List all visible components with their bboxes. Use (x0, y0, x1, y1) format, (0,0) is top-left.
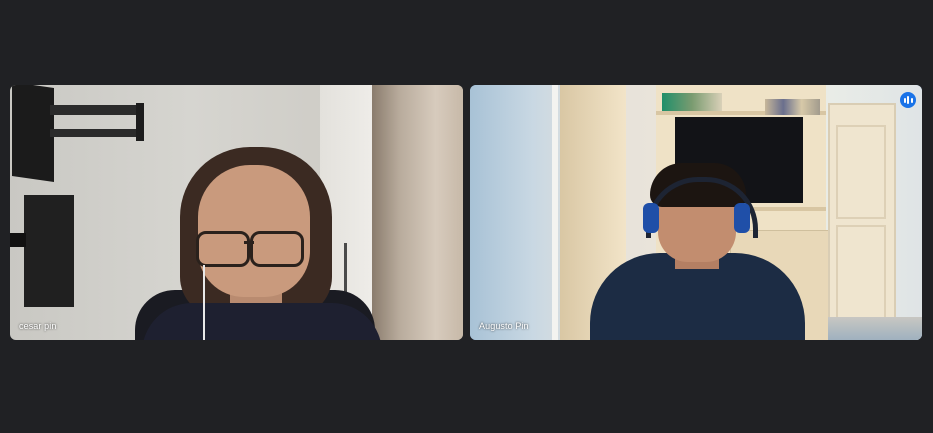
participant-name-label: Augusto Pin (479, 321, 529, 331)
participant-tile-cesar-pin[interactable]: cesar pin (10, 85, 463, 340)
video-call-stage: cesar pin Augusto Pin (0, 0, 933, 433)
video-feed (10, 85, 463, 340)
audio-level-icon (900, 92, 916, 108)
participant-tile-augusto-pin[interactable]: Augusto Pin (470, 85, 922, 340)
video-feed (470, 85, 922, 340)
participant-name-label: cesar pin (19, 321, 57, 331)
